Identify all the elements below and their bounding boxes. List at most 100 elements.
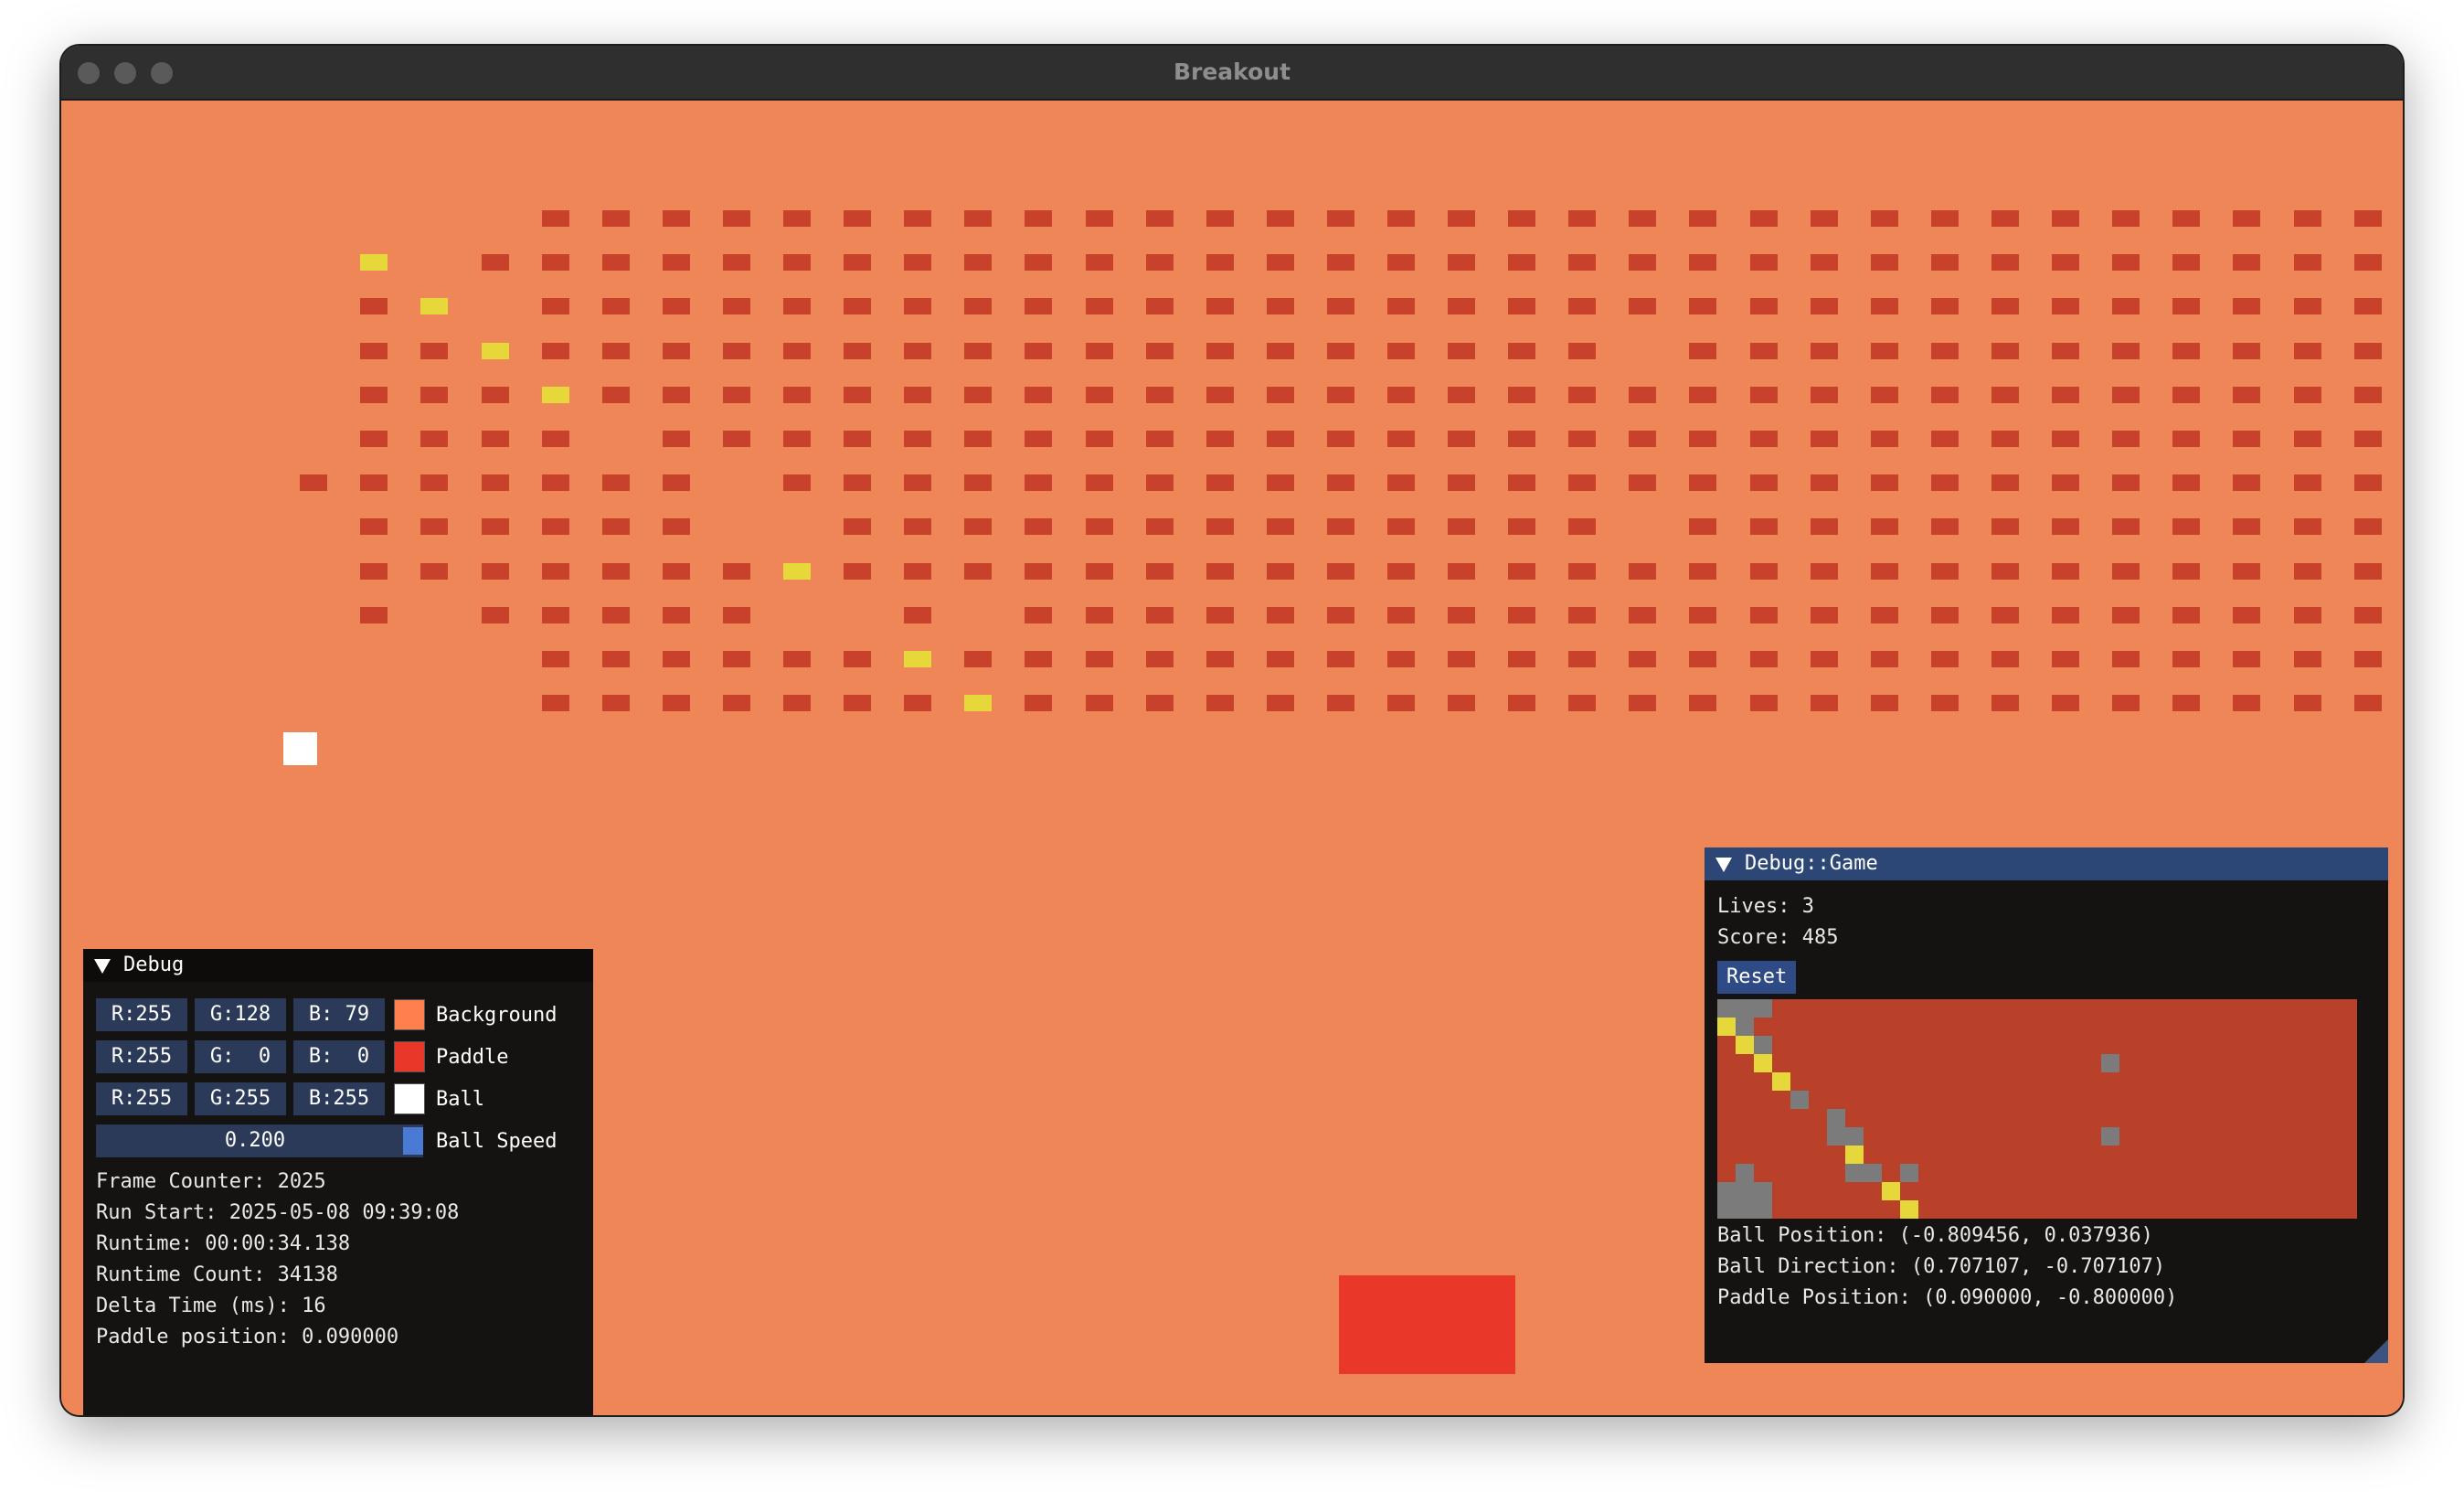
- brick: [542, 563, 569, 580]
- brick: [1811, 431, 1838, 447]
- brick: [1871, 695, 1898, 711]
- background-g-field[interactable]: G:128: [195, 998, 286, 1031]
- brick: [1508, 474, 1535, 491]
- brick-highlighted: [904, 651, 931, 667]
- brick: [1448, 695, 1475, 711]
- brick: [1931, 387, 1959, 403]
- preview-cell-cleared: [1736, 999, 1754, 1018]
- background-r-field[interactable]: R:255: [96, 998, 187, 1031]
- brick: [723, 210, 750, 227]
- brick: [2354, 298, 2382, 314]
- brick: [1931, 518, 1959, 535]
- brick: [1206, 651, 1234, 667]
- brick: [1629, 474, 1656, 491]
- brick: [1327, 607, 1354, 623]
- brick: [1871, 254, 1898, 271]
- brick: [2354, 518, 2382, 535]
- debug-game-panel-header[interactable]: Debug::Game: [1705, 847, 2388, 880]
- brick: [2052, 298, 2079, 314]
- paddle-r-field[interactable]: R:255: [96, 1040, 187, 1073]
- preview-cell-highlighted: [1717, 1018, 1736, 1036]
- brick: [1267, 431, 1294, 447]
- brick: [542, 298, 569, 314]
- brick: [663, 651, 690, 667]
- brick: [2112, 695, 2140, 711]
- brick: [602, 607, 630, 623]
- ball-b-field[interactable]: B:255: [293, 1082, 385, 1115]
- ball-color-swatch[interactable]: [394, 1083, 425, 1114]
- paddle-g-field[interactable]: G: 0: [195, 1040, 286, 1073]
- preview-cell-highlighted: [1736, 1036, 1754, 1054]
- brick: [1206, 518, 1234, 535]
- preview-cell-cleared: [1790, 1091, 1809, 1109]
- brick: [1811, 387, 1838, 403]
- brick: [2112, 474, 2140, 491]
- brick: [1327, 518, 1354, 535]
- debug-panel-header[interactable]: Debug: [83, 949, 593, 982]
- brick: [1448, 343, 1475, 359]
- brick: [1991, 651, 2019, 667]
- brick: [602, 210, 630, 227]
- resize-grip-icon[interactable]: [2364, 1339, 2388, 1363]
- brick: [1811, 695, 1838, 711]
- brick: [1508, 651, 1535, 667]
- brick: [1931, 210, 1959, 227]
- brick: [1206, 254, 1234, 271]
- brick: [2112, 607, 2140, 623]
- brick: [1750, 607, 1778, 623]
- title-bar: Breakout: [61, 46, 2403, 101]
- brick: [1387, 210, 1415, 227]
- brick: [1991, 607, 2019, 623]
- brick: [1811, 254, 1838, 271]
- brick: [420, 563, 448, 580]
- collapse-triangle-icon[interactable]: [94, 959, 111, 974]
- brick: [1327, 343, 1354, 359]
- brick: [1448, 431, 1475, 447]
- brick: [2294, 210, 2321, 227]
- brick: [1206, 607, 1234, 623]
- brick: [1508, 695, 1535, 711]
- brick: [1689, 254, 1716, 271]
- preview-cell-cleared: [1736, 1018, 1754, 1036]
- brick: [904, 563, 931, 580]
- brick: [844, 651, 871, 667]
- brick: [1871, 343, 1898, 359]
- window-title: Breakout: [1173, 59, 1291, 85]
- brick: [1508, 607, 1535, 623]
- ball-speed-slider[interactable]: 0.200: [96, 1124, 423, 1157]
- ball-speed-label: Ball Speed: [436, 1130, 558, 1153]
- brick: [2172, 563, 2200, 580]
- brick: [663, 431, 690, 447]
- reset-button[interactable]: Reset: [1717, 961, 1797, 994]
- brick: [420, 431, 448, 447]
- brick: [1811, 518, 1838, 535]
- ball-r-field[interactable]: R:255: [96, 1082, 187, 1115]
- preview-cell-cleared: [1754, 999, 1772, 1018]
- paddle[interactable]: [1339, 1275, 1515, 1374]
- brick: [1629, 210, 1656, 227]
- brick: [1448, 518, 1475, 535]
- brick: [1568, 651, 1596, 667]
- brick: [2172, 695, 2200, 711]
- background-color-swatch[interactable]: [394, 999, 425, 1030]
- ball-g-field[interactable]: G:255: [195, 1082, 286, 1115]
- paddle-color-swatch[interactable]: [394, 1041, 425, 1072]
- collapse-triangle-icon[interactable]: [1715, 858, 1732, 872]
- brick: [1689, 695, 1716, 711]
- brick: [783, 210, 811, 227]
- brick: [2052, 343, 2079, 359]
- brick: [1629, 298, 1656, 314]
- brick: [542, 651, 569, 667]
- brick: [602, 474, 630, 491]
- brick: [1146, 298, 1174, 314]
- paddle-b-field[interactable]: B: 0: [293, 1040, 385, 1073]
- brick: [723, 695, 750, 711]
- brick: [2112, 518, 2140, 535]
- ball-speed-slider-grab[interactable]: [403, 1127, 423, 1155]
- brick: [663, 607, 690, 623]
- brick: [1931, 695, 1959, 711]
- background-b-field[interactable]: B: 79: [293, 998, 385, 1031]
- brick: [2233, 254, 2260, 271]
- brick: [1991, 343, 2019, 359]
- brick: [1025, 474, 1052, 491]
